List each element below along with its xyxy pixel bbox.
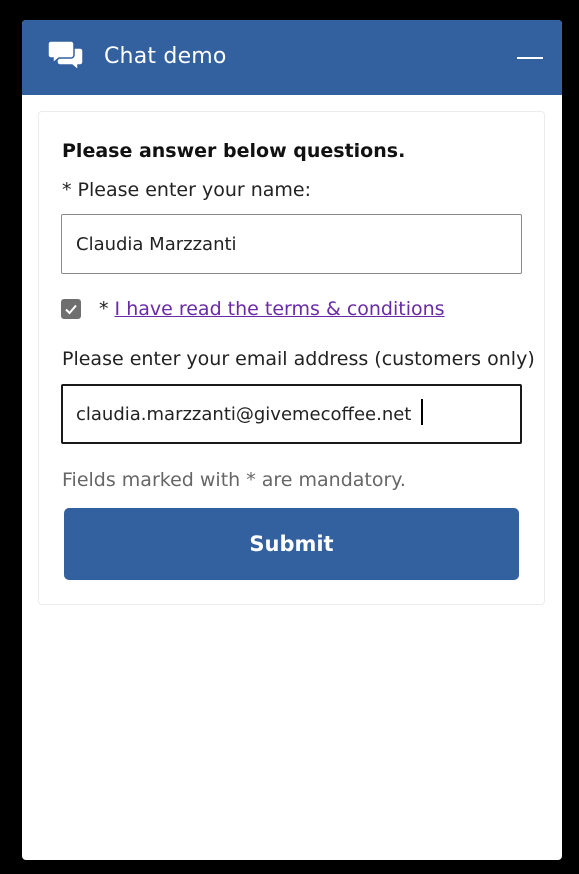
chat-header: Chat demo — [22, 20, 562, 95]
chat-title: Chat demo — [104, 44, 227, 69]
email-input[interactable] — [61, 384, 522, 444]
email-label: Please enter your email address (custome… — [62, 348, 535, 370]
terms-required-mark: * — [99, 298, 109, 320]
mandatory-note: Fields marked with * are mandatory. — [62, 469, 406, 491]
minimize-button[interactable] — [510, 40, 550, 76]
terms-row: * I have read the terms & conditions — [99, 297, 445, 321]
submit-button[interactable]: Submit — [64, 508, 519, 580]
text-caret — [421, 399, 423, 425]
chat-widget: Chat demo Please answer below questions.… — [22, 20, 562, 860]
minimize-icon — [517, 57, 543, 59]
form-intro: Please answer below questions. — [62, 140, 406, 162]
form-card: Please answer below questions. * Please … — [38, 111, 545, 605]
terms-checkbox[interactable] — [61, 299, 81, 319]
terms-link[interactable]: I have read the terms & conditions — [115, 298, 445, 320]
name-label: * Please enter your name: — [62, 179, 312, 201]
checkmark-icon — [65, 304, 77, 315]
chat-bubbles-icon — [47, 40, 84, 72]
name-input[interactable] — [61, 214, 522, 274]
